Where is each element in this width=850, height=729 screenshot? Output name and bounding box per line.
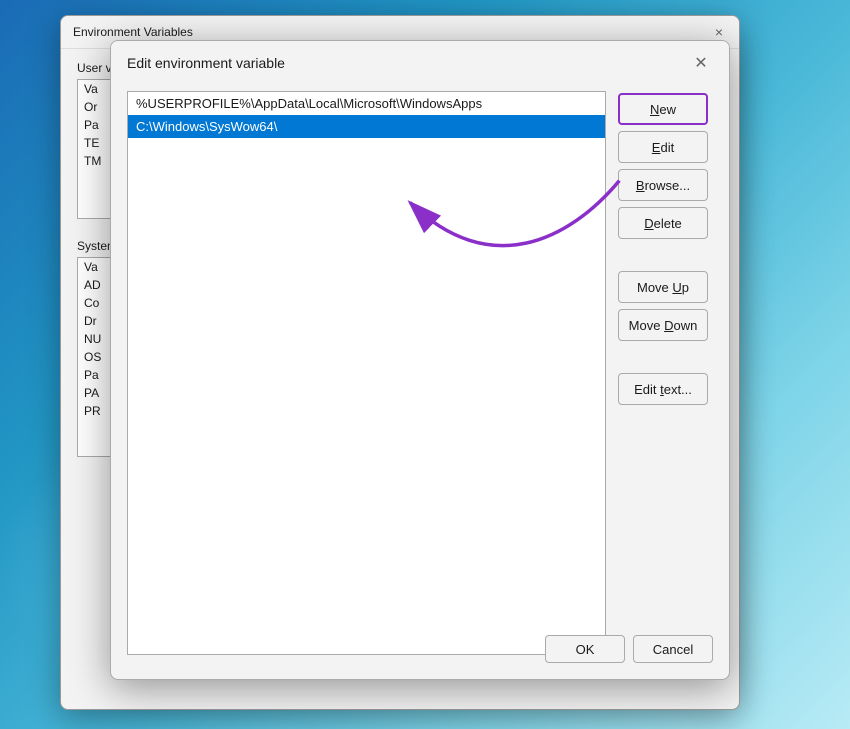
move-down-label: Move Down (629, 318, 698, 333)
move-up-button[interactable]: Move Up (618, 271, 708, 303)
new-button-label: New (650, 102, 676, 117)
ok-button[interactable]: OK (545, 635, 625, 663)
new-button[interactable]: New (618, 93, 708, 125)
edit-button[interactable]: Edit (618, 131, 708, 163)
move-up-label: Move Up (637, 280, 689, 295)
edit-env-variable-dialog: Edit environment variable ✕ %USERPROFILE… (110, 40, 730, 680)
delete-button-label: Delete (644, 216, 682, 231)
ok-label: OK (576, 642, 595, 657)
env-dialog-title: Environment Variables (73, 25, 193, 39)
close-icon: ✕ (694, 53, 707, 73)
path-list[interactable]: %USERPROFILE%\AppData\Local\Microsoft\Wi… (127, 91, 606, 655)
cancel-button[interactable]: Cancel (633, 635, 713, 663)
bottom-buttons: OK Cancel (545, 635, 713, 663)
path-item[interactable]: %USERPROFILE%\AppData\Local\Microsoft\Wi… (128, 92, 605, 115)
delete-button[interactable]: Delete (618, 207, 708, 239)
edit-dialog-title: Edit environment variable (127, 55, 285, 71)
edit-text-button[interactable]: Edit text... (618, 373, 708, 405)
edit-dialog-titlebar: Edit environment variable ✕ (111, 41, 729, 83)
edit-text-label: Edit text... (634, 382, 692, 397)
buttons-panel: New Edit Browse... Delete Move Up Move D… (618, 91, 713, 655)
edit-button-label: Edit (652, 140, 674, 155)
browse-button[interactable]: Browse... (618, 169, 708, 201)
edit-dialog-body: %USERPROFILE%\AppData\Local\Microsoft\Wi… (111, 83, 729, 671)
env-dialog-close-icon[interactable]: × (711, 24, 727, 40)
browse-button-label: Browse... (636, 178, 690, 193)
cancel-label: Cancel (653, 642, 693, 657)
move-down-button[interactable]: Move Down (618, 309, 708, 341)
edit-dialog-close-button[interactable]: ✕ (689, 51, 713, 75)
path-list-container: %USERPROFILE%\AppData\Local\Microsoft\Wi… (127, 91, 606, 655)
path-item-selected[interactable]: C:\Windows\SysWow64\ (128, 115, 605, 138)
